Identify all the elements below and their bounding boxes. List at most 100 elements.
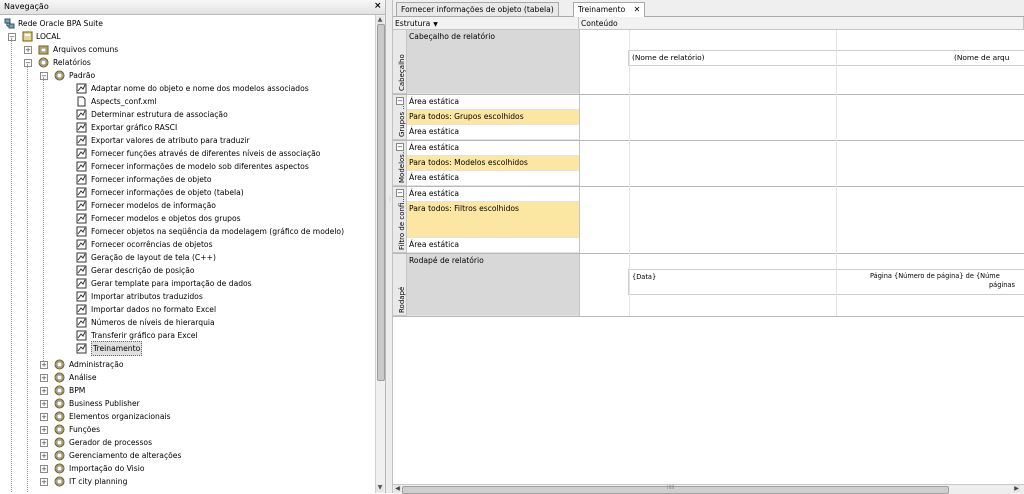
row-static-area[interactable]: Área estática [407,187,579,202]
row-for-all-models[interactable]: Para todos: Modelos escolhidos [407,156,579,171]
page-number-field[interactable]: Página {Número de página} de {Núme [870,272,1000,280]
row-static-area[interactable]: Área estática [407,238,579,253]
tree-item-label: Exportar gráfico RASCI [91,123,178,132]
report-folder-icon [54,476,65,487]
expand-icon[interactable]: + [40,413,48,421]
scroll-left-icon[interactable]: ◀ [394,485,401,492]
tree-item-label: Fornecer informações de objeto [91,175,212,184]
content-report-footer[interactable]: {Data} Página {Número de página} de {Núm… [579,254,1024,316]
expand-icon[interactable]: + [40,465,48,473]
row-static-area[interactable]: Área estática [407,95,579,110]
report-folder-icon [54,463,65,474]
report-icon [76,330,87,341]
row-for-all-filters[interactable]: Para todos: Filtros escolhidos [407,202,579,238]
tree-reports-label: Relatórios [53,58,91,67]
tree-item-label: Treinamento [91,341,143,356]
report-icon [76,239,87,250]
nav-scrollbar-thumb[interactable] [377,24,385,381]
report-icon [76,187,87,198]
expand-icon[interactable]: + [40,374,48,382]
collapse-icon[interactable]: − [8,33,16,41]
tree-item-label: Fornecer modelos e objetos dos grupos [91,214,241,223]
tree-folder-label: Análise [69,373,97,382]
content-models[interactable] [579,141,1024,186]
editor-tabs: Fornecer informações de objeto (tabela) … [393,0,1024,17]
content-groups[interactable] [579,95,1024,140]
expand-icon[interactable]: + [40,426,48,434]
sort-desc-icon: ▼ [433,21,438,28]
section-models-label: Modelos... [398,147,406,183]
column-header-content[interactable]: Conteúdo [579,17,1024,30]
close-icon[interactable]: ✕ [634,5,641,14]
section-header-label: Cabeçalho [398,54,406,91]
column-header-structure[interactable]: Estrutura ▼ [393,17,579,30]
expand-icon[interactable]: + [40,439,48,447]
row-report-footer[interactable]: Rodapé de relatório [407,254,579,316]
row-static-area[interactable]: Área estática [407,141,579,156]
content-filter[interactable] [579,187,1024,253]
date-field[interactable]: {Data} [632,273,656,281]
document-icon [77,96,86,107]
row-static-area[interactable]: Área estática [407,125,579,140]
report-icon [76,122,87,133]
report-icon [76,83,87,94]
splitter-grip-icon[interactable]: ⋮ [387,196,393,204]
navigation-tree: Rede Oracle BPA Suite − LOCAL + Arquivos… [0,15,375,493]
scroll-down-icon[interactable]: ▼ [376,484,384,492]
tree-folder-label: Business Publisher [69,399,140,408]
report-icon [76,213,87,224]
row-for-all-groups[interactable]: Para todos: Grupos escolhidos [407,110,579,125]
expand-icon[interactable]: + [40,400,48,408]
tree-item-label: Geração de layout de tela (C++) [91,253,216,262]
section-footer-label: Rodapé [398,286,406,313]
collapse-icon[interactable]: − [396,143,404,151]
navigation-title: Navegação [4,2,49,11]
expand-icon[interactable]: + [40,387,48,395]
section-filter-label: Filtro de confi... [398,195,406,250]
report-folder-icon [54,70,65,81]
collapse-icon[interactable]: − [24,59,32,67]
report-icon [76,278,87,289]
section-header[interactable]: Cabeçalho [393,30,407,94]
tab-object-info-table[interactable]: Fornecer informações de objeto (tabela) [396,2,559,16]
report-icon [76,200,87,211]
report-folder-icon [54,411,65,422]
section-footer[interactable]: Rodapé [393,254,407,316]
report-icon [76,135,87,146]
section-groups-label: Grupos ... [398,102,406,137]
pane-splitter[interactable] [386,0,393,493]
close-icon[interactable]: × [374,1,382,11]
expand-icon[interactable]: + [24,46,32,54]
scroll-right-icon[interactable]: ▶ [1013,485,1020,492]
tree-item-label: Aspects_conf.xml [91,97,157,106]
tree-common-label: Arquivos comuns [53,45,119,54]
pages-field[interactable]: páginas [989,281,1015,289]
file-name-field[interactable]: (Nome de arqu [954,53,1009,62]
tab-training[interactable]: Treinamento ✕ [573,2,646,17]
report-icon [76,252,87,263]
tree-item-label: Importar atributos traduzidos [91,292,203,301]
network-icon [4,18,15,29]
collapse-icon[interactable]: − [40,72,48,80]
tree-folder-label: BPM [69,386,86,395]
navigation-pane: Navegação × Rede Oracle BPA Suite − LOCA… [0,0,386,493]
report-name-field[interactable]: (Nome de relatório) [632,53,705,62]
tree-item-label: Fornecer ocorrências de objetos [91,240,213,249]
expand-icon[interactable]: + [40,478,48,486]
tree-item-label: Exportar valores de atributo para traduz… [91,136,250,145]
report-icon [76,161,87,172]
expand-icon[interactable]: + [40,361,48,369]
content-report-header[interactable]: (Nome de relatório) (Nome de arqu [579,30,1024,94]
row-report-header[interactable]: Cabeçalho de relatório [407,30,579,94]
report-folder-icon [38,57,49,68]
tree-item-label: Importar dados no formato Excel [91,305,217,314]
report-icon [76,343,87,354]
report-icon [76,317,87,328]
collapse-icon[interactable]: − [396,189,404,197]
server-icon [22,31,33,42]
collapse-icon[interactable]: − [396,97,404,105]
tree-item-label: Gerar template para importação de dados [91,279,252,288]
scroll-up-icon[interactable]: ▲ [376,16,384,24]
expand-icon[interactable]: + [40,452,48,460]
row-static-area[interactable]: Área estática [407,171,579,186]
